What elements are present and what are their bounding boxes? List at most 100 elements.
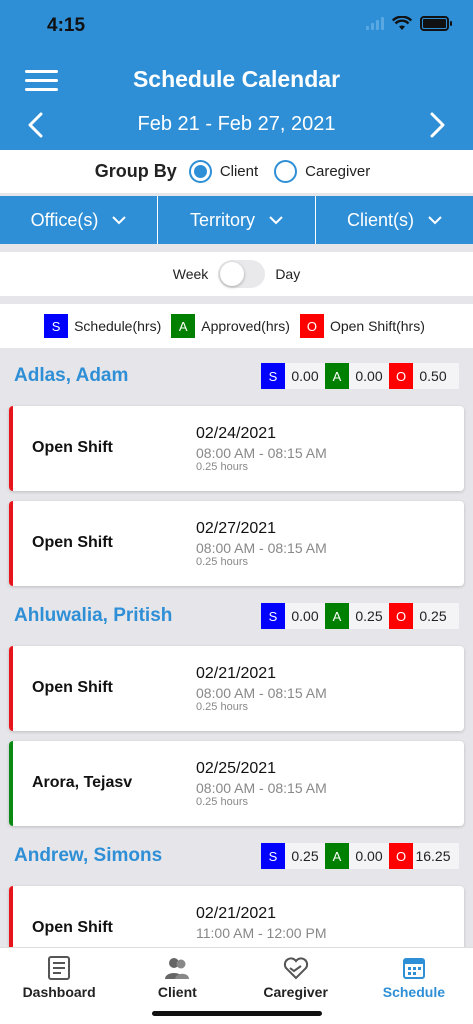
shift-title: Open Shift bbox=[32, 439, 113, 456]
tab-label: Client bbox=[157, 984, 197, 1000]
status-icons bbox=[366, 16, 452, 31]
schedule-badge: S bbox=[44, 314, 69, 338]
approved-hours: 0.25 bbox=[355, 608, 383, 624]
schedule-hours: 0.00 bbox=[291, 368, 319, 384]
shift-title: Open Shift bbox=[32, 534, 113, 551]
filter-bar: Office(s) Territory Client(s) bbox=[0, 196, 473, 244]
shift-card[interactable]: Open Shift 02/21/2021 11:00 AM - 12:00 P… bbox=[9, 886, 464, 947]
open-shift-badge: O bbox=[389, 603, 413, 629]
chevron-down-icon bbox=[269, 215, 283, 224]
shift-date: 02/27/2021 bbox=[196, 520, 277, 537]
chevron-right-icon bbox=[430, 112, 445, 138]
legend-item-open-shift: O Open Shift(hrs) bbox=[299, 314, 425, 338]
shift-title: Arora, Tejasv bbox=[32, 774, 133, 791]
page-title: Schedule Calendar bbox=[132, 66, 341, 92]
cellular-signal-icon bbox=[366, 17, 384, 30]
shift-card[interactable]: Open Shift 02/24/2021 08:00 AM - 08:15 A… bbox=[9, 406, 464, 491]
shift-title: Open Shift bbox=[32, 919, 113, 936]
open-shift-badge: O bbox=[389, 363, 413, 389]
home-indicator bbox=[152, 1011, 322, 1016]
open-shift-badge: O bbox=[389, 843, 413, 869]
schedule-badge: S bbox=[261, 603, 285, 629]
shift-title: Open Shift bbox=[32, 679, 113, 696]
shift-date: 02/24/2021 bbox=[196, 425, 277, 442]
schedule-badge: S bbox=[261, 363, 285, 389]
tab-schedule[interactable]: Schedule bbox=[355, 948, 473, 1024]
hours-totals: S 0.25 A 0.00 O 16.25 bbox=[261, 843, 459, 869]
group-by-option-label: Client bbox=[219, 163, 259, 180]
shift-hours: 0.25 hours bbox=[196, 796, 248, 808]
shift-hours: 0.25 hours bbox=[196, 461, 248, 473]
shift-status-bar bbox=[9, 406, 13, 491]
shift-status-bar bbox=[9, 886, 13, 947]
client-group-header: Ahluwalia, Pritish S 0.00 A 0.25 O 0.25 bbox=[0, 596, 473, 636]
shift-card[interactable]: Open Shift 02/27/2021 08:00 AM - 08:15 A… bbox=[9, 501, 464, 586]
open-shift-hours: 16.25 bbox=[415, 848, 451, 864]
chevron-down-icon bbox=[428, 215, 442, 224]
approved-hours: 0.00 bbox=[355, 368, 383, 384]
hours-totals: S 0.00 A 0.25 O 0.25 bbox=[261, 603, 459, 629]
approved-badge: A bbox=[171, 314, 196, 338]
group-by-caregiver-radio[interactable]: Caregiver bbox=[274, 160, 370, 183]
group-by-row: Group By Client Caregiver bbox=[0, 150, 473, 193]
status-time: 4:15 bbox=[47, 15, 86, 36]
tab-label: Schedule bbox=[382, 984, 445, 1000]
client-group-header: Adlas, Adam S 0.00 A 0.00 O 0.50 bbox=[0, 356, 473, 396]
schedule-calendar-screen: 4:15 Schedule Calendar Feb 21 - Feb 27, … bbox=[0, 0, 473, 1024]
group-by-label: Group By bbox=[94, 161, 177, 181]
tab-label: Dashboard bbox=[22, 984, 96, 1000]
approved-badge: A bbox=[325, 843, 349, 869]
filter-label: Office(s) bbox=[30, 209, 99, 230]
tab-bar: Dashboard Client Caregiver Schedule bbox=[0, 947, 473, 1024]
shift-date: 02/21/2021 bbox=[196, 665, 277, 682]
approved-hours: 0.00 bbox=[355, 848, 383, 864]
shift-card[interactable]: Arora, Tejasv 02/25/2021 08:00 AM - 08:1… bbox=[9, 741, 464, 826]
open-shift-hours: 0.25 bbox=[419, 608, 447, 624]
filter-label: Territory bbox=[189, 209, 255, 230]
client-name[interactable]: Adlas, Adam bbox=[14, 365, 128, 387]
shift-time: 08:00 AM - 08:15 AM bbox=[196, 540, 327, 556]
client-group-header: Andrew, Simons S 0.25 A 0.00 O 16.25 bbox=[0, 836, 473, 876]
legend-item-approved: A Approved(hrs) bbox=[171, 314, 290, 338]
battery-icon bbox=[420, 16, 452, 31]
group-by-option-label: Caregiver bbox=[305, 163, 371, 180]
schedule-list[interactable]: Adlas, Adam S 0.00 A 0.00 O 0.50 Open Sh… bbox=[0, 356, 473, 947]
date-range: Feb 21 - Feb 27, 2021 bbox=[137, 113, 336, 135]
shift-hours: 0.25 hours bbox=[196, 701, 248, 713]
client-name[interactable]: Ahluwalia, Pritish bbox=[14, 605, 172, 627]
group-by-client-radio[interactable]: Client bbox=[188, 160, 259, 183]
dashboard-icon bbox=[48, 956, 71, 980]
open-shift-badge: O bbox=[299, 314, 324, 338]
shift-date: 02/25/2021 bbox=[196, 760, 277, 777]
legend-label: Open Shift(hrs) bbox=[329, 318, 425, 334]
shift-card[interactable]: Open Shift 02/21/2021 08:00 AM - 08:15 A… bbox=[9, 646, 464, 731]
shift-date: 02/21/2021 bbox=[196, 905, 277, 922]
tab-dashboard[interactable]: Dashboard bbox=[0, 948, 118, 1024]
shift-time: 11:00 AM - 12:00 PM bbox=[196, 925, 327, 941]
filter-label: Client(s) bbox=[346, 209, 414, 230]
schedule-icon bbox=[402, 958, 425, 979]
client-filter-dropdown[interactable]: Client(s) bbox=[316, 196, 473, 244]
legend: S Schedule(hrs) A Approved(hrs) O Open S… bbox=[0, 304, 473, 348]
next-week-button[interactable] bbox=[426, 112, 448, 138]
schedule-hours: 0.25 bbox=[291, 848, 319, 864]
shift-time: 08:00 AM - 08:15 AM bbox=[196, 780, 327, 796]
territory-filter-dropdown[interactable]: Territory bbox=[158, 196, 316, 244]
schedule-badge: S bbox=[261, 843, 285, 869]
shift-time: 08:00 AM - 08:15 AM bbox=[196, 445, 327, 461]
client-icon bbox=[165, 958, 190, 979]
shift-status-bar bbox=[9, 501, 13, 586]
hours-totals: S 0.00 A 0.00 O 0.50 bbox=[261, 363, 459, 389]
legend-label: Approved(hrs) bbox=[201, 318, 290, 334]
shift-hours: 0.25 hours bbox=[196, 556, 248, 568]
wifi-icon bbox=[392, 16, 412, 30]
shift-status-bar bbox=[9, 646, 13, 731]
tab-label: Caregiver bbox=[263, 984, 328, 1000]
view-toggle-row: Week Day bbox=[0, 252, 473, 296]
client-name[interactable]: Andrew, Simons bbox=[14, 845, 162, 867]
schedule-hours: 0.00 bbox=[291, 608, 319, 624]
week-day-switch[interactable] bbox=[218, 260, 266, 288]
legend-item-schedule: S Schedule(hrs) bbox=[44, 314, 161, 338]
office-filter-dropdown[interactable]: Office(s) bbox=[0, 196, 158, 244]
legend-label: Schedule(hrs) bbox=[74, 318, 162, 334]
